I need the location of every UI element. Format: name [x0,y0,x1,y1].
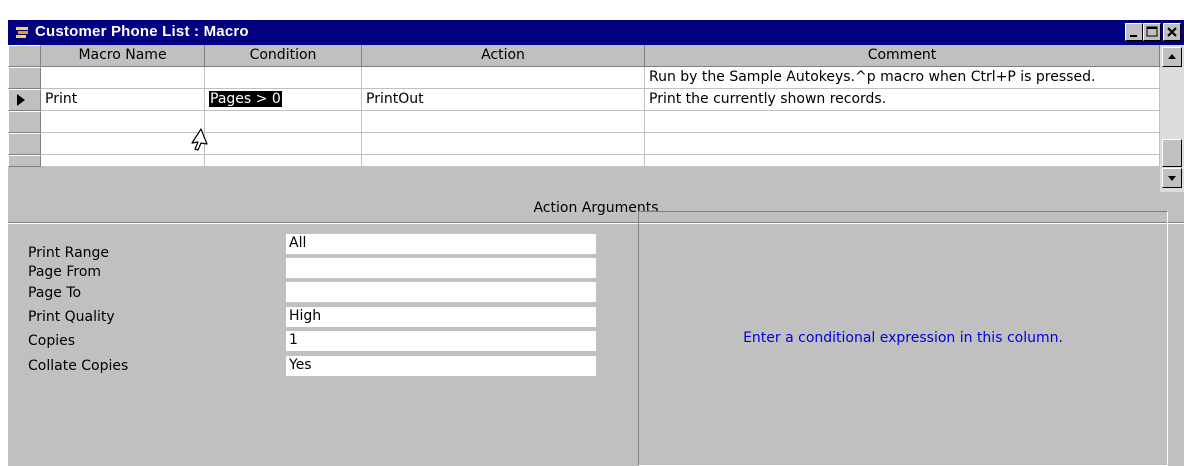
condition-selected-text: Pages > 0 [209,91,282,107]
row-selector[interactable] [8,155,41,167]
close-icon [1167,27,1177,37]
macro-icon [15,25,29,39]
row-selector[interactable] [8,67,41,89]
current-row-arrow-icon [17,94,25,106]
macro-name-cell[interactable] [41,111,205,133]
comment-cell[interactable] [645,155,1160,167]
column-header-comment[interactable]: Comment [645,45,1160,67]
arg-label-print-quality: Print Quality [28,309,115,325]
mouse-cursor-icon [191,128,208,151]
help-panel: Enter a conditional expression in this c… [638,211,1168,466]
condition-cell[interactable] [205,111,362,133]
comment-cell[interactable] [645,111,1160,133]
condition-cell[interactable] [205,133,362,155]
scroll-up-icon [1168,54,1176,59]
macro-name-cell[interactable] [41,133,205,155]
scroll-up-button[interactable] [1162,47,1182,67]
arg-value-page-to[interactable] [286,282,596,302]
action-cell[interactable] [362,111,645,133]
comment-cell[interactable]: Run by the Sample Autokeys.^p macro when… [645,67,1160,89]
title-bar[interactable]: Customer Phone List : Macro [8,20,1184,45]
condition-cell[interactable] [205,67,362,89]
column-header-macro-name[interactable]: Macro Name [41,45,205,67]
restore-icon [1146,26,1158,37]
condition-cell[interactable] [205,155,362,167]
arg-label-copies: Copies [28,333,76,349]
arg-label-page-from: Page From [28,264,102,280]
macro-name-cell[interactable] [41,155,205,167]
action-cell[interactable]: PrintOut [362,89,645,111]
scroll-thumb[interactable] [1162,139,1182,167]
restore-button[interactable] [1143,23,1161,41]
action-cell[interactable] [362,133,645,155]
grid-corner[interactable] [8,45,41,67]
arg-value-copies[interactable]: 1 [286,331,596,351]
minimize-button[interactable] [1125,23,1143,41]
arg-value-print-quality[interactable]: High [286,307,596,327]
scroll-down-icon [1168,176,1176,181]
arg-label-print-range: Print Range [28,245,110,261]
macro-name-cell[interactable] [41,67,205,89]
grid-bottom-area [8,167,1160,192]
arg-value-collate-copies[interactable]: Yes [286,356,596,376]
row-selector[interactable] [8,111,41,133]
comment-cell[interactable] [645,133,1160,155]
condition-cell[interactable]: Pages > 0 [205,89,362,111]
action-cell[interactable] [362,67,645,89]
column-header-condition[interactable]: Condition [205,45,362,67]
row-selector-current[interactable] [8,89,41,111]
arg-label-collate-copies: Collate Copies [28,358,129,374]
column-header-action[interactable]: Action [362,45,645,67]
comment-cell[interactable]: Print the currently shown records. [645,89,1160,111]
help-text: Enter a conditional expression in this c… [743,330,1063,346]
scroll-down-button[interactable] [1162,168,1182,188]
action-cell[interactable] [362,155,645,167]
macro-window: Customer Phone List : Macro Macro Name C… [8,20,1184,466]
minimize-icon [1130,35,1137,37]
macro-name-cell[interactable]: Print [41,89,205,111]
arg-value-print-range[interactable]: All [286,234,596,254]
macro-grid: Macro Name Condition Action Comment Run … [8,45,1160,192]
arg-value-page-from[interactable] [286,258,596,278]
grid-scrollbar[interactable] [1160,45,1184,192]
window-title: Customer Phone List : Macro [35,23,249,40]
row-selector[interactable] [8,133,41,155]
arg-label-page-to: Page To [28,285,82,301]
close-button[interactable] [1163,23,1181,41]
